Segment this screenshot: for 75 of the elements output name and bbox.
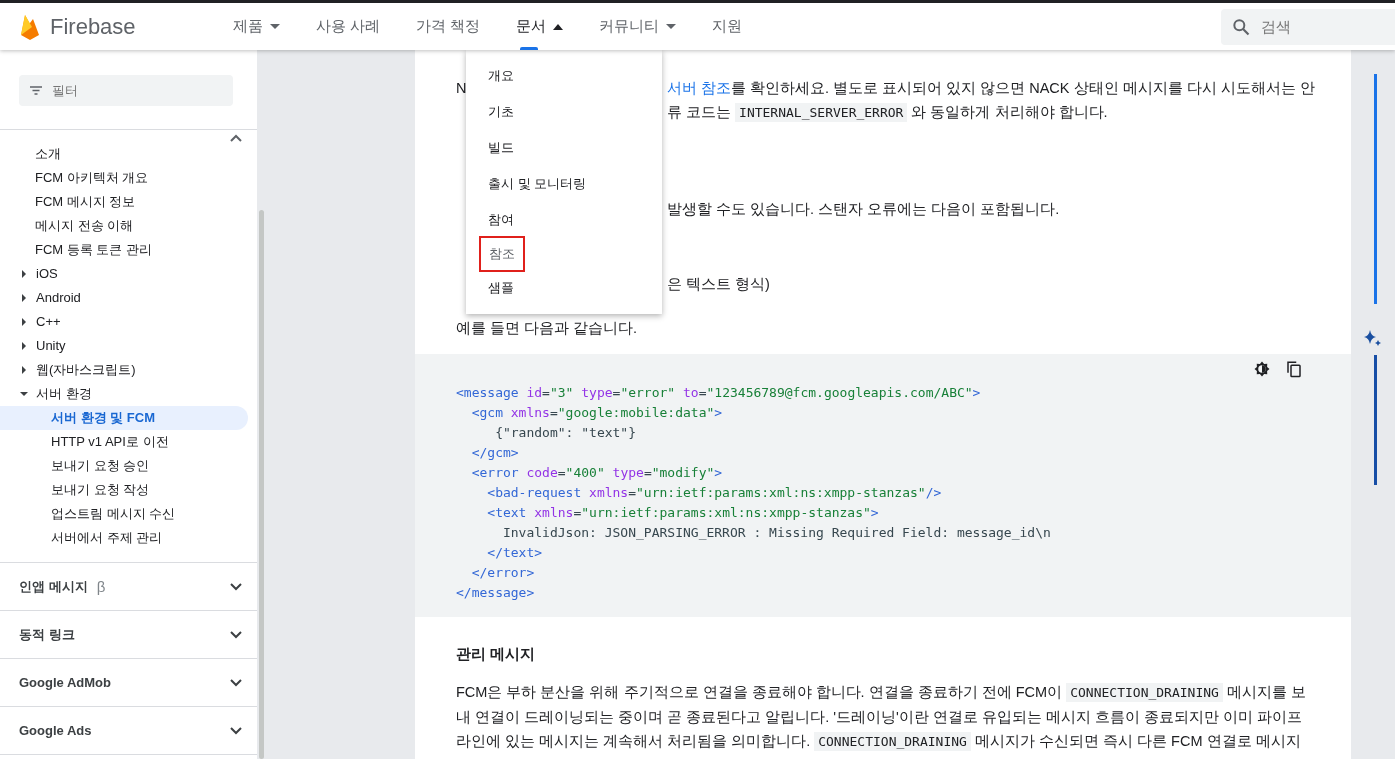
menu-item[interactable]: 기초	[466, 94, 514, 130]
text-fragment: N	[456, 80, 467, 96]
code-line: </message>	[456, 585, 535, 600]
link[interactable]: 서버 참조	[667, 80, 732, 96]
menu-item[interactable]: 샘플	[466, 270, 514, 306]
code-line: <bad-request xmlns="urn:ietf:params:xml:ns:xmpp-stanzas"/>	[486, 485, 942, 500]
nav-link[interactable]: FCM 등록 토큰 관리	[0, 238, 257, 262]
nav-link[interactable]: 메시지 전송 이해	[0, 214, 257, 238]
beta-label: β	[96, 578, 106, 595]
menu-item[interactable]: 참조	[481, 238, 523, 270]
theme-toggle-icon[interactable]	[1253, 360, 1271, 378]
chevron-down-icon[interactable]	[230, 678, 242, 687]
code-line: <text xmlns="urn:ietf:params:xml:ns:xmpp-stanzas">	[486, 505, 879, 520]
chevron-down-icon[interactable]	[230, 582, 242, 591]
code-line: <error code="400" type="modify">	[470, 465, 723, 480]
nav-group[interactable]: Android	[36, 286, 81, 310]
nav-link[interactable]: 업스트림 메시지 수신	[0, 502, 248, 526]
triangle-right-icon[interactable]	[20, 270, 28, 278]
code-line: <message id="3" type="error" to="123456789@fcm.googleapis.com/ABC">	[456, 385, 981, 400]
brand-name[interactable]: Firebase	[50, 13, 136, 40]
nav-link[interactable]: 서버 환경 및 FCM	[0, 406, 248, 430]
nav-link[interactable]: FCM 아키텍처 개요	[0, 166, 257, 190]
nav-link[interactable]: 보내기 요청 작성	[0, 478, 248, 502]
nav-group[interactable]: 서버 환경	[36, 382, 92, 406]
copy-icon[interactable]	[1285, 360, 1303, 378]
code-line: </error>	[470, 565, 535, 580]
nav-tab[interactable]: 지원	[694, 3, 761, 50]
chevron-up-icon[interactable]	[230, 134, 242, 142]
search-icon	[1231, 16, 1251, 37]
menu-item[interactable]: 참여	[466, 202, 514, 238]
code-line: </gcm>	[470, 445, 519, 460]
filter-icon	[30, 86, 42, 95]
nav-link[interactable]: 서버에서 주제 관리	[0, 526, 248, 550]
nav-group[interactable]: 웹(자바스크립트)	[36, 358, 136, 382]
section-heading: 관리 메시지	[456, 645, 537, 664]
nav-tab[interactable]: 가격 책정	[398, 3, 499, 50]
nav-tab[interactable]: 사용 사례	[298, 3, 399, 50]
nav-link[interactable]: FCM 메시지 정보	[0, 190, 257, 214]
nav-link[interactable]: HTTP v1 API로 이전	[0, 430, 248, 454]
triangle-right-icon[interactable]	[20, 342, 28, 350]
sparkle-icon[interactable]	[1363, 329, 1383, 347]
nav-group[interactable]: C++	[36, 310, 61, 334]
code-line: InvalidJson: JSON_PARSING_ERROR : Missing Required Field: message_id\n	[501, 525, 1051, 540]
nav-tab[interactable]: 문서	[498, 3, 582, 50]
code-line: </text>	[486, 545, 543, 560]
text-line: 류 코드는 INTERNAL_SERVER_ERROR 와 동일하게 처리해야 합니다.	[667, 102, 1108, 124]
triangle-down-icon[interactable]	[20, 390, 28, 398]
section-title[interactable]: 동적 링크	[19, 625, 75, 644]
triangle-right-icon[interactable]	[20, 366, 28, 374]
paragraph: 예를 들면 다음과 같습니다.	[456, 319, 639, 338]
text-line: 발생할 수도 있습니다. 스탠자 오류에는 다음이 포함됩니다.	[667, 200, 1060, 219]
section-title[interactable]: Google AdMob	[19, 675, 111, 690]
nav-tab[interactable]: 커뮤니티	[581, 3, 695, 50]
nav-group[interactable]: iOS	[36, 262, 58, 286]
nav-link[interactable]: 소개	[0, 142, 257, 166]
section-title[interactable]: 인앱 메시지	[19, 577, 88, 596]
section-title[interactable]: Google Ads	[19, 723, 92, 738]
search-field[interactable]: 검색	[1221, 8, 1395, 45]
nav-link[interactable]: 보내기 요청 승인	[0, 454, 248, 478]
chevron-down-icon[interactable]	[230, 630, 242, 639]
paragraph: FCM은 부하 분산을 위해 주기적으로 연결을 종료해야 합니다. 연결을 종료하기 전에 FCM이 CONNECTION_DRAINING 메시지를 보내 연결이 드레이닝되는 중이며 곧 종료된다고 알립니다. '드레이닝'이란 연결로 유입되는 메시지 흐름이 종료되지만 이미 파이프라인에 있는 메시지는 계속해서 처리됨을 의미합니다. CONNECTION_DRAINING 메시지가 수신되면 즉시 다른 FCM 연결로 메시지	[456, 682, 1307, 753]
menu-item[interactable]: 개요	[466, 58, 514, 94]
filter-field[interactable]: 필터	[19, 75, 233, 106]
nav-tab[interactable]: 제품	[215, 3, 298, 50]
code-line: {"random": "text"}	[494, 425, 636, 440]
code-line: <gcm xmlns="google:mobile:data">	[470, 405, 723, 420]
scrollbar[interactable]	[259, 210, 264, 759]
triangle-right-icon[interactable]	[20, 318, 28, 326]
menu-item[interactable]: 출시 및 모니터링	[466, 166, 587, 202]
chevron-down-icon[interactable]	[230, 726, 242, 735]
menu-item[interactable]: 빌드	[466, 130, 514, 166]
nav-group[interactable]: Unity	[36, 334, 66, 358]
text-line: 은 텍스트 형식)	[667, 275, 770, 294]
text-line: 서버 참조를 확인하세요. 별도로 표시되어 있지 않으면 NACK 상태인 메시지를 다시 시도해서는 안	[667, 79, 1315, 98]
triangle-right-icon[interactable]	[20, 294, 28, 302]
